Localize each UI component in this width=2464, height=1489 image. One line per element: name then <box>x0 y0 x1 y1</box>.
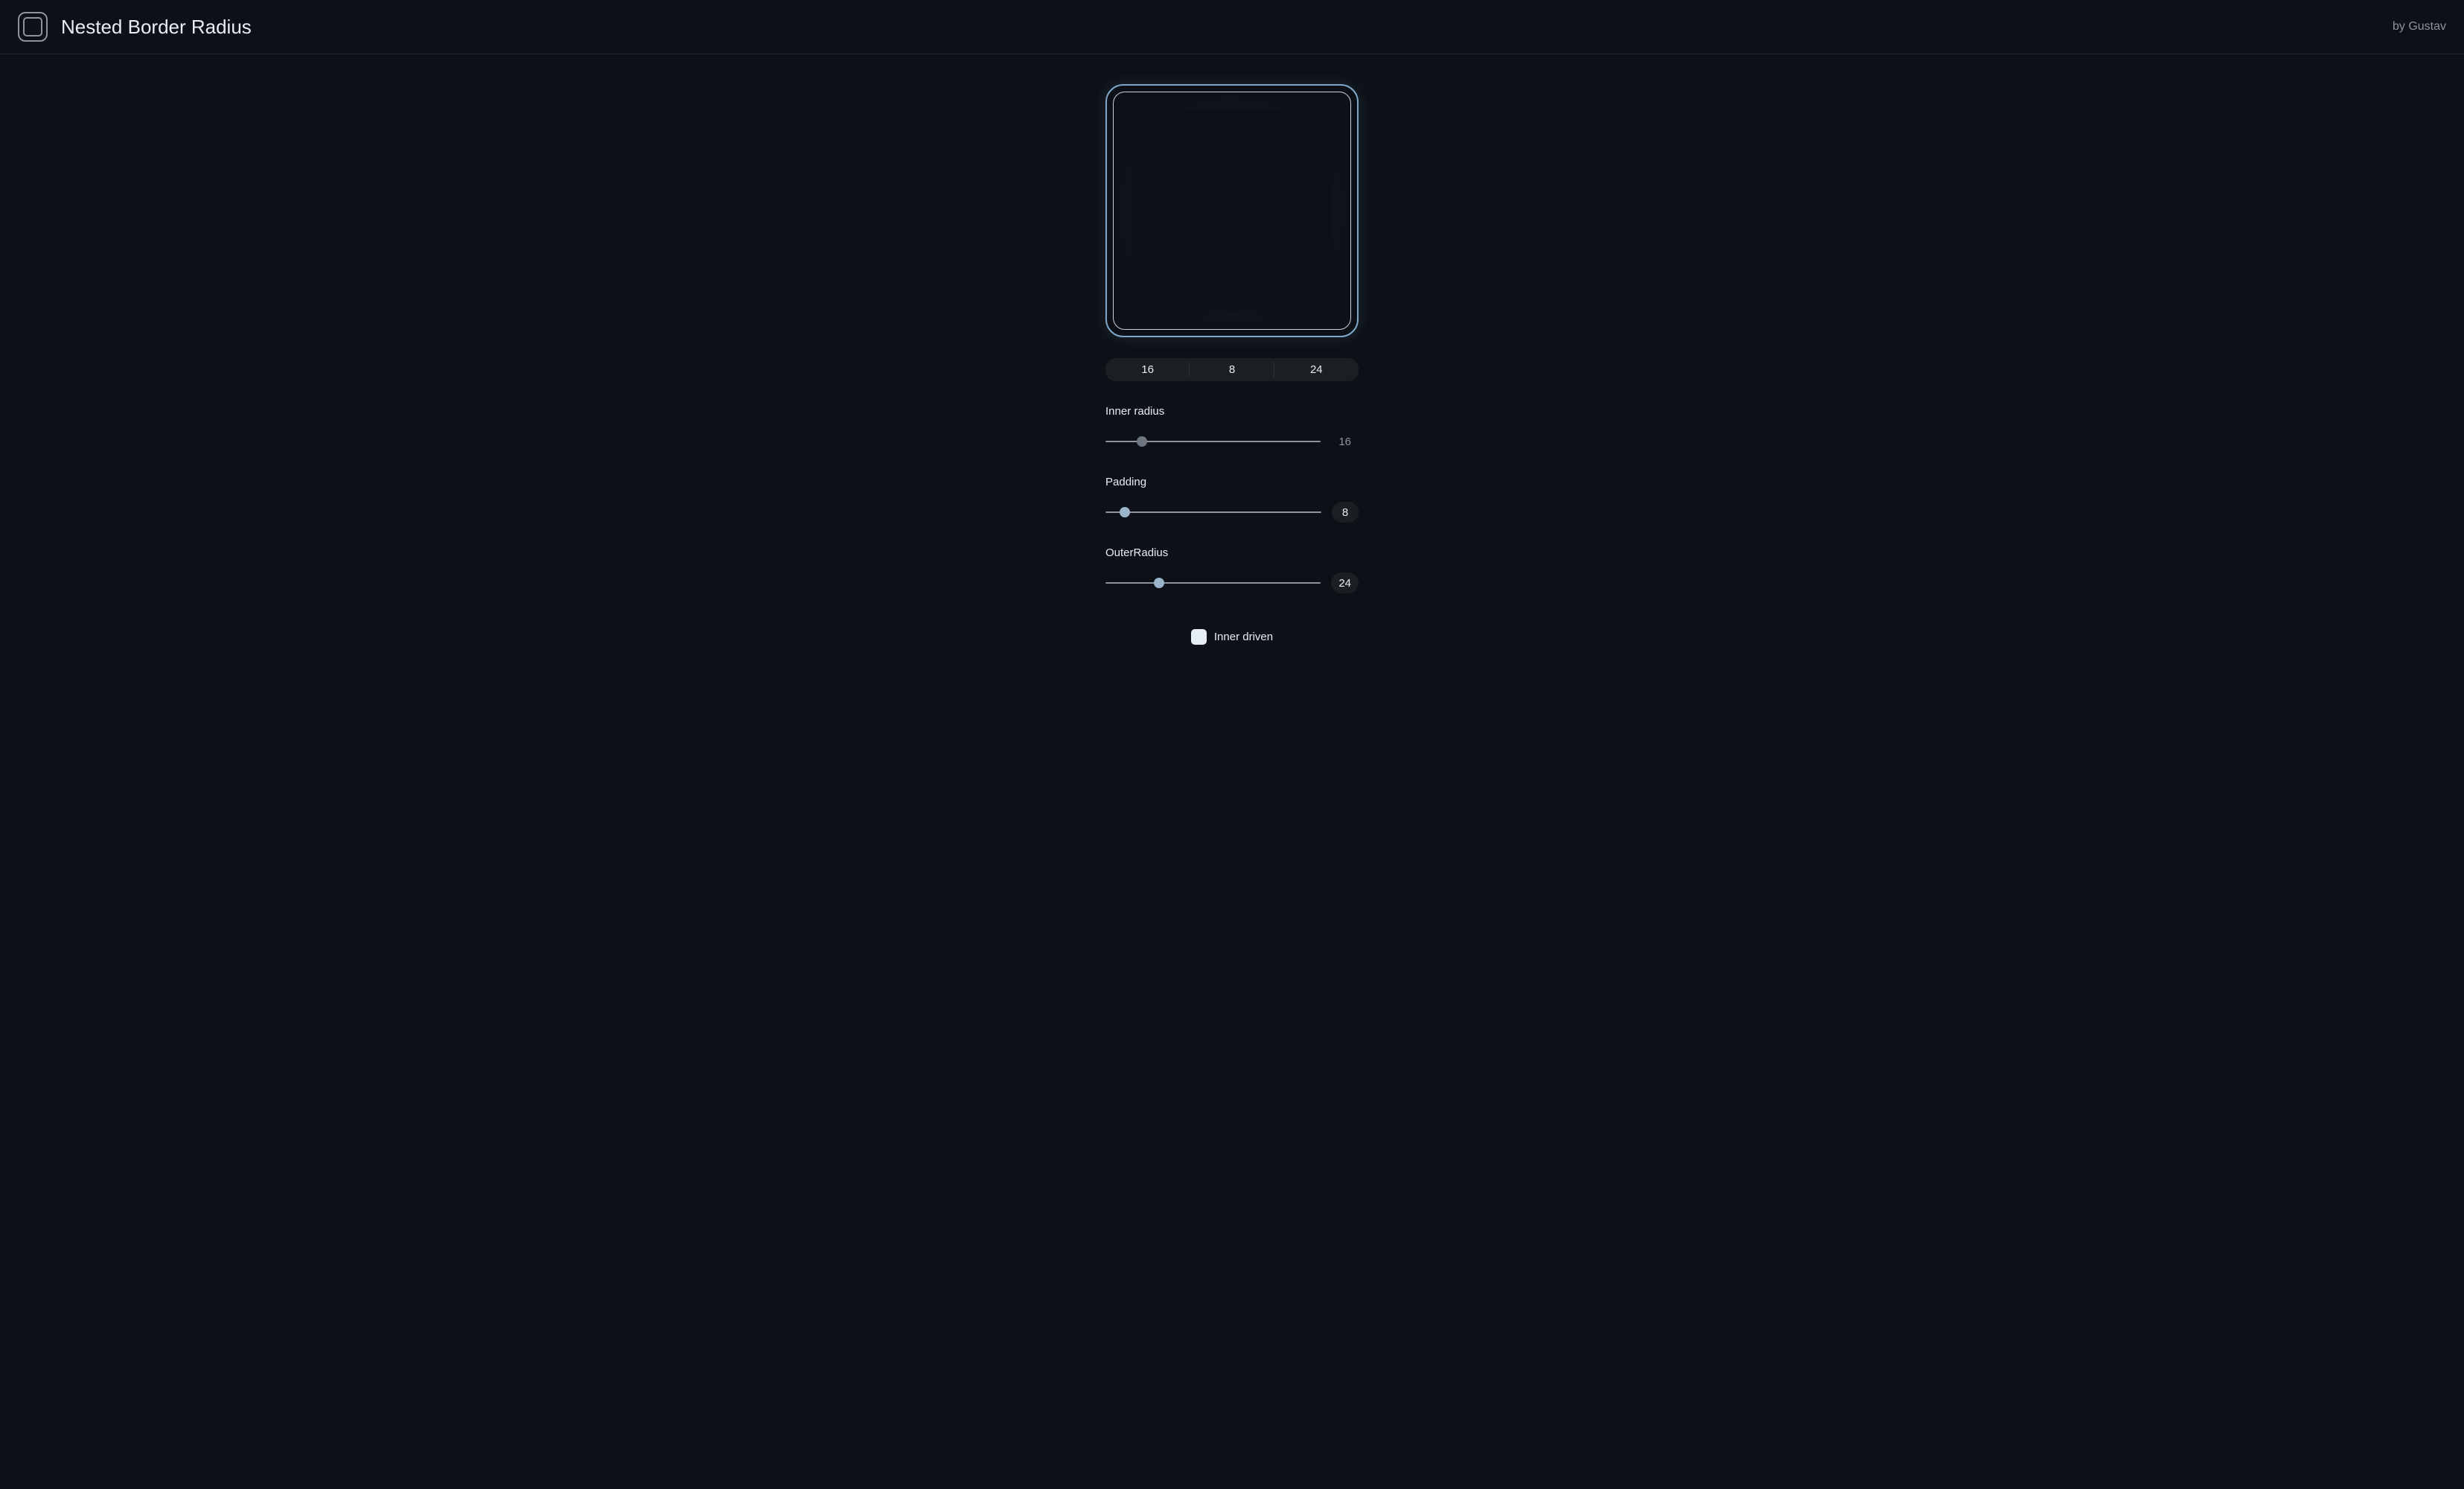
page-title: Nested Border Radius <box>61 16 252 39</box>
header-left: Nested Border Radius <box>18 12 252 42</box>
checkbox-row: Inner driven <box>1105 629 1359 645</box>
slider-inner-radius: Inner radius 16 <box>1105 405 1359 452</box>
slider-row: 8 <box>1105 502 1359 523</box>
checkbox-label: Inner driven <box>1214 631 1273 643</box>
slider-label: OuterRadius <box>1105 546 1359 559</box>
slider-track[interactable] <box>1105 582 1321 584</box>
segment-inner-radius[interactable]: 16 <box>1105 358 1190 381</box>
slider-track[interactable] <box>1105 441 1321 442</box>
slider-value: 24 <box>1331 573 1359 593</box>
slider-row: 24 <box>1105 573 1359 593</box>
preview-outer-box <box>1105 84 1359 337</box>
main-content: 16 8 24 Inner radius 16 Padding 8 O <box>0 54 2464 675</box>
slider-padding: Padding 8 <box>1105 476 1359 523</box>
slider-thumb[interactable] <box>1154 578 1164 588</box>
slider-thumb[interactable] <box>1137 436 1147 447</box>
segment-padding[interactable]: 8 <box>1190 358 1274 381</box>
preview-inner-box <box>1113 92 1351 330</box>
slider-value: 8 <box>1332 502 1359 523</box>
inner-driven-checkbox[interactable] <box>1191 629 1207 645</box>
slider-thumb[interactable] <box>1120 507 1130 517</box>
slider-row: 16 <box>1105 431 1359 452</box>
nested-square-icon <box>18 12 48 42</box>
segmented-values: 16 8 24 <box>1105 358 1359 381</box>
segment-outer-radius[interactable]: 24 <box>1274 358 1359 381</box>
header: Nested Border Radius by Gustav <box>0 0 2464 54</box>
controls-panel: 16 8 24 Inner radius 16 Padding 8 O <box>1105 358 1359 645</box>
slider-label: Padding <box>1105 476 1359 488</box>
author-credit: by Gustav <box>2393 20 2446 34</box>
slider-outer-radius: OuterRadius 24 <box>1105 546 1359 593</box>
slider-track[interactable] <box>1105 511 1321 513</box>
slider-label: Inner radius <box>1105 405 1359 418</box>
slider-value: 16 <box>1331 431 1359 452</box>
